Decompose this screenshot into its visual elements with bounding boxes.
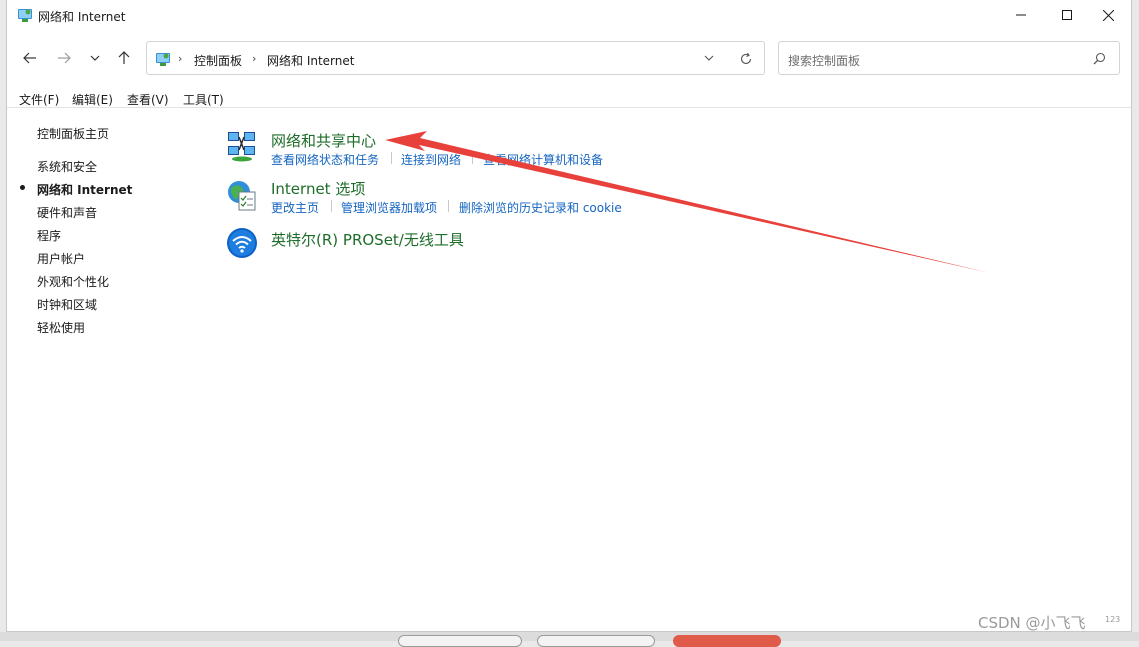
internet-options-title[interactable]: Internet 选项: [271, 178, 365, 199]
delete-browsing-history-link[interactable]: 删除浏览的历史记录和 cookie: [459, 199, 622, 216]
control-panel-icon: [156, 53, 170, 66]
navigation-bar: › 控制面板 › 网络和 Internet 搜索控制面板: [7, 38, 1131, 78]
back-arrow-icon: [23, 52, 36, 64]
link-separator: [472, 152, 473, 164]
close-button[interactable]: [1085, 0, 1131, 30]
maximize-button[interactable]: [1044, 0, 1090, 30]
connect-to-network-link[interactable]: 连接到网络: [401, 151, 461, 168]
control-panel-icon: [18, 9, 32, 22]
view-network-status-link[interactable]: 查看网络状态和任务: [271, 151, 379, 168]
search-box[interactable]: 搜索控制面板: [778, 41, 1120, 75]
breadcrumb-control-panel[interactable]: 控制面板: [194, 52, 242, 69]
minimize-icon: [1016, 14, 1026, 16]
close-icon: [1102, 9, 1114, 21]
control-panel-window: 网络和 Internet › 控制面板 › 网络和 Internet 搜索控制面…: [6, 0, 1132, 632]
address-bar[interactable]: › 控制面板 › 网络和 Internet: [146, 41, 765, 75]
search-icon[interactable]: [1093, 52, 1106, 65]
taskbar-item[interactable]: [537, 635, 655, 647]
link-separator: [448, 200, 449, 212]
intel-wireless-icon[interactable]: [225, 226, 259, 260]
back-button[interactable]: [19, 47, 41, 69]
forward-button[interactable]: [53, 47, 75, 69]
title-bar: 网络和 Internet: [7, 0, 1131, 30]
breadcrumb-network-internet[interactable]: 网络和 Internet: [267, 52, 354, 69]
sidebar-home[interactable]: 控制面板主页: [37, 125, 109, 142]
network-sharing-center-title[interactable]: 网络和共享中心: [271, 130, 376, 151]
up-button[interactable]: [113, 47, 135, 69]
view-network-computers-link[interactable]: 查看网络计算机和设备: [483, 151, 603, 168]
sidebar-item-appearance[interactable]: 外观和个性化: [37, 273, 109, 290]
current-item-bullet: [20, 185, 25, 190]
search-placeholder[interactable]: 搜索控制面板: [788, 52, 860, 69]
manage-add-ons-link[interactable]: 管理浏览器加载项: [341, 199, 437, 216]
sidebar-item-system-security[interactable]: 系统和安全: [37, 158, 97, 175]
up-arrow-icon: [118, 51, 130, 64]
menu-edit[interactable]: 编辑(E): [72, 91, 113, 108]
maximize-icon: [1062, 10, 1072, 20]
menu-file[interactable]: 文件(F): [19, 91, 59, 108]
window-title: 网络和 Internet: [38, 10, 126, 24]
sidebar-item-user-accounts[interactable]: 用户帐户: [37, 250, 85, 267]
menu-bar: 文件(F) 编辑(E) 查看(V) 工具(T): [7, 88, 1131, 108]
sidebar-item-clock-region[interactable]: 时钟和区域: [37, 296, 97, 313]
sidebar-item-ease-of-access[interactable]: 轻松使用: [37, 319, 85, 336]
change-home-page-link[interactable]: 更改主页: [271, 199, 319, 216]
intel-wireless-title[interactable]: 英特尔(R) PROSet/无线工具: [271, 229, 464, 250]
refresh-icon[interactable]: [739, 52, 753, 66]
watermark-text: CSDN @小飞飞: [978, 614, 1086, 632]
sidebar-item-programs[interactable]: 程序: [37, 227, 61, 244]
sidebar-item-hardware-sound[interactable]: 硬件和声音: [37, 204, 97, 221]
sidebar-item-network-internet[interactable]: 网络和 Internet: [37, 181, 132, 198]
breadcrumb-separator-icon[interactable]: ›: [178, 52, 182, 65]
link-separator: [391, 152, 392, 164]
chevron-down-icon: [90, 55, 100, 61]
minimize-button[interactable]: [998, 0, 1044, 30]
taskbar-item[interactable]: [673, 635, 781, 647]
link-separator: [331, 200, 332, 212]
address-dropdown-icon[interactable]: [704, 55, 714, 61]
forward-arrow-icon: [58, 52, 71, 64]
internet-options-icon[interactable]: [225, 178, 259, 212]
network-sharing-center-icon[interactable]: [225, 129, 259, 163]
menu-view[interactable]: 查看(V): [127, 91, 169, 108]
taskbar-item[interactable]: [398, 635, 522, 647]
breadcrumb-separator-icon[interactable]: ›: [252, 52, 256, 65]
menu-tools[interactable]: 工具(T): [183, 91, 224, 108]
recent-locations-button[interactable]: [84, 47, 106, 69]
watermark-suffix: 123: [1105, 615, 1121, 624]
